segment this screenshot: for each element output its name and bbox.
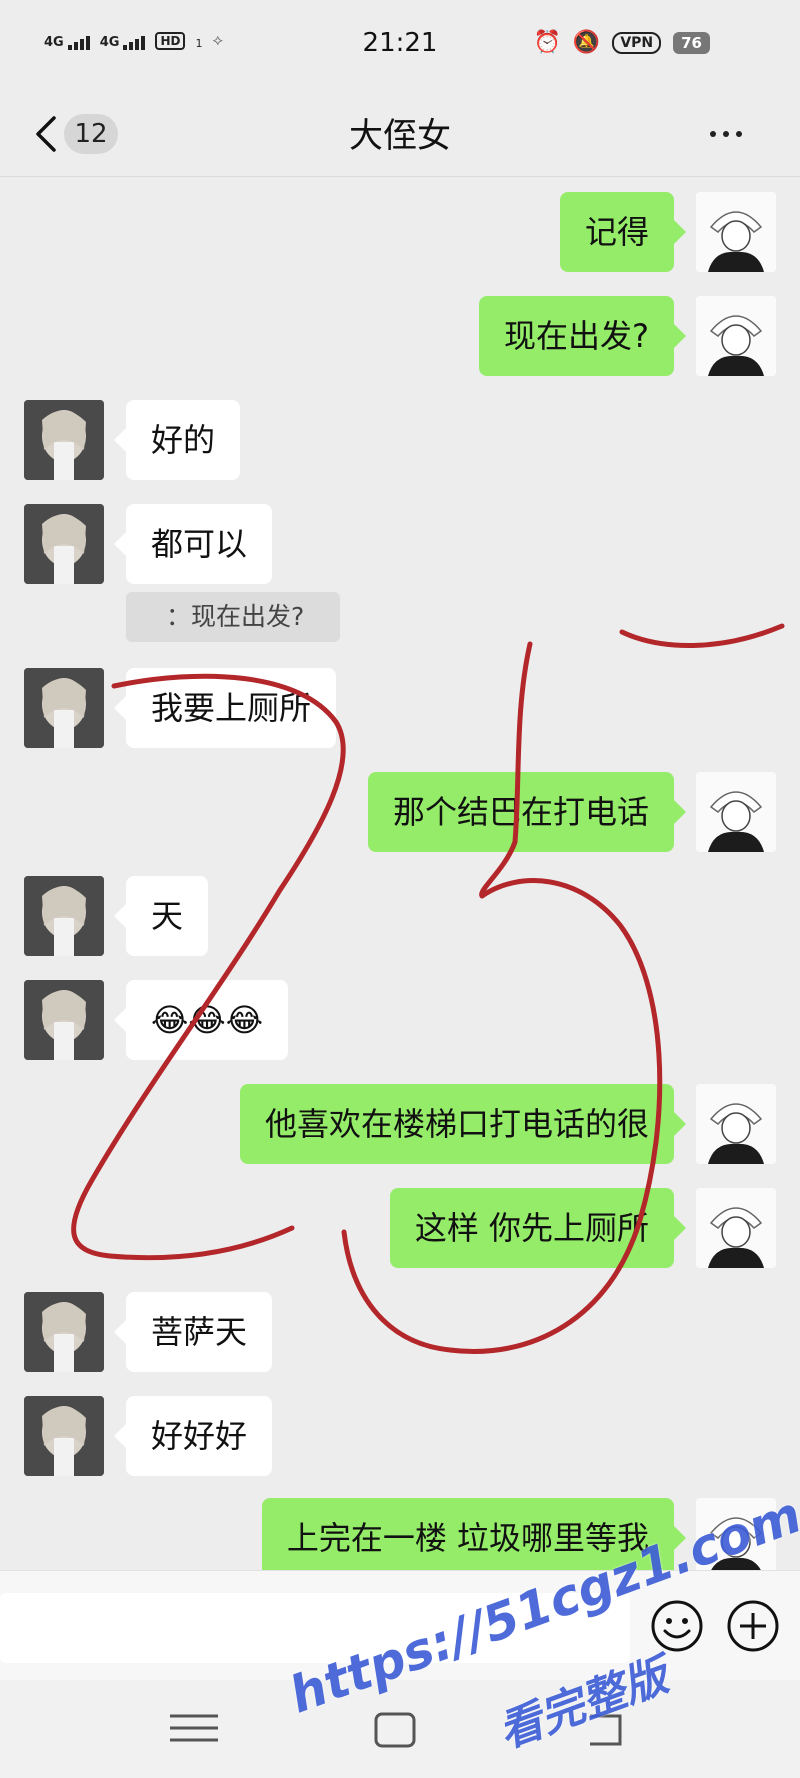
message-bubble[interactable]: 现在出发?	[479, 296, 686, 376]
home-icon[interactable]	[372, 1710, 418, 1750]
status-right: ⏰ 🔕 VPN 76	[533, 30, 710, 55]
message-sent: 那个结巴在打电话	[0, 772, 800, 852]
plus-icon[interactable]	[726, 1599, 780, 1653]
message-sent: 这样 你先上厕所	[0, 1188, 800, 1268]
system-nav-bar	[0, 1680, 800, 1778]
message-bubble[interactable]: 记得	[559, 192, 687, 272]
more-icon[interactable]	[710, 122, 750, 138]
message-bubble[interactable]: 这样 你先上厕所	[389, 1188, 687, 1268]
message-sent: 他喜欢在楼梯口打电话的很	[0, 1084, 800, 1164]
message-received: 好好好	[0, 1396, 800, 1476]
contact-avatar[interactable]	[24, 400, 104, 480]
message-received: 都可以	[0, 504, 800, 584]
message-received: 天	[0, 876, 800, 956]
contact-avatar[interactable]	[24, 1396, 104, 1476]
message-received: 我要上厕所	[0, 668, 800, 748]
quoted-reply[interactable]: ：现在出发?	[126, 592, 340, 642]
status-bar: 4G 4G HD 1 ⟡ 21:21 ⏰ 🔕 VPN 76	[0, 0, 800, 92]
message-received: 菩萨天	[0, 1292, 800, 1372]
message-bubble[interactable]: 菩萨天	[113, 1292, 273, 1372]
message-sent: 记得	[0, 192, 800, 272]
menu-icon[interactable]	[168, 1712, 220, 1744]
scribble-dash	[619, 623, 785, 648]
message-received: 好的	[0, 400, 800, 480]
vpn-indicator: VPN	[612, 31, 662, 54]
contact-avatar[interactable]	[24, 980, 104, 1060]
my-avatar[interactable]	[696, 296, 776, 376]
chat-title: 大侄女	[349, 116, 451, 156]
my-avatar[interactable]	[696, 772, 776, 852]
message-bubble[interactable]: 我要上厕所	[113, 668, 337, 748]
battery-indicator: 76	[673, 31, 710, 54]
my-avatar[interactable]	[696, 1188, 776, 1268]
message-bubble[interactable]: 😂😂😂	[113, 980, 289, 1060]
contact-avatar[interactable]	[24, 876, 104, 956]
my-avatar[interactable]	[696, 192, 776, 272]
message-bubble[interactable]: 那个结巴在打电话	[367, 772, 687, 852]
contact-avatar[interactable]	[24, 668, 104, 748]
message-received: 😂😂😂	[0, 980, 800, 1060]
message-bubble[interactable]: 天	[113, 876, 209, 956]
emoji-icon[interactable]	[650, 1599, 704, 1653]
message-bubble[interactable]: 好好好	[113, 1396, 273, 1476]
alarm-icon: ⏰	[533, 30, 561, 55]
message-bubble[interactable]: 他喜欢在楼梯口打电话的很	[239, 1084, 687, 1164]
chat-header: 12 大侄女	[0, 92, 800, 177]
scribble-number-2	[71, 673, 346, 1261]
mute-icon: 🔕	[572, 30, 601, 55]
message-bubble[interactable]: 都可以	[113, 504, 273, 584]
my-avatar[interactable]	[696, 1084, 776, 1164]
message-bubble[interactable]: 好的	[113, 400, 241, 480]
message-sent: 现在出发?	[0, 296, 800, 376]
contact-avatar[interactable]	[24, 1292, 104, 1372]
contact-avatar[interactable]	[24, 504, 104, 584]
